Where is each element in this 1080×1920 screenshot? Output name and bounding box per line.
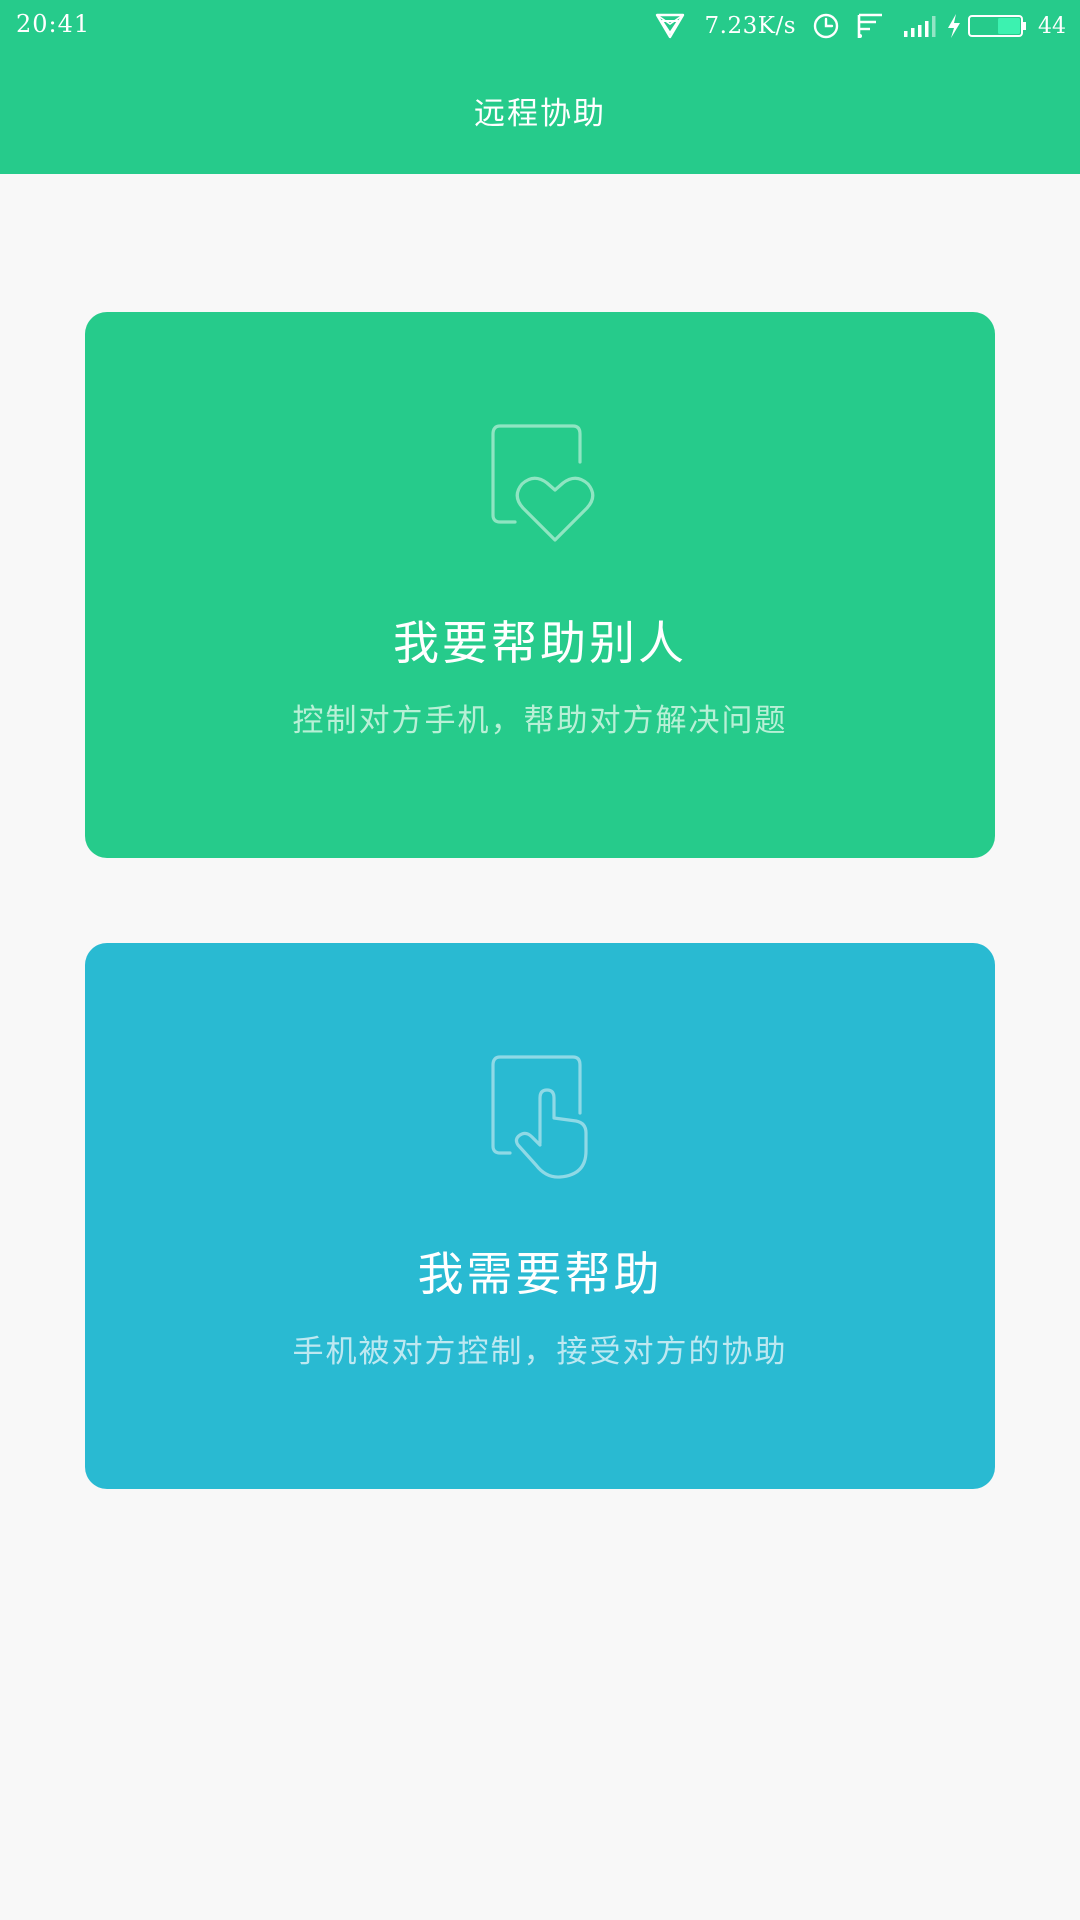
battery-percent: 44	[1038, 13, 1066, 39]
app-header: 20:41 7.23K/s 44 远程协助	[0, 0, 1080, 174]
battery-icon	[968, 14, 1026, 38]
status-time: 20:41	[16, 10, 91, 38]
alarm-clock-icon	[812, 12, 840, 40]
help-others-title: 我要帮助别人	[393, 616, 687, 670]
need-help-subtitle: 手机被对方控制，接受对方的协助	[292, 1334, 788, 1370]
need-help-card[interactable]: 我需要帮助 手机被对方控制，接受对方的协助	[85, 943, 995, 1489]
page-title: 远程协助	[474, 96, 606, 132]
status-icons: 7.23K/s 44	[655, 10, 1066, 42]
help-others-subtitle: 控制对方手机，帮助对方解决问题	[292, 703, 788, 739]
signal-icon	[902, 13, 938, 39]
vpn-triangle-icon	[655, 12, 685, 40]
status-bar: 20:41 7.23K/s 44	[0, 0, 1080, 52]
help-others-card[interactable]: 我要帮助别人 控制对方手机，帮助对方解决问题	[85, 312, 995, 858]
phone-touch-icon	[490, 1053, 610, 1183]
phone-heart-icon	[490, 422, 610, 552]
need-help-title: 我需要帮助	[417, 1247, 663, 1301]
network-speed: 7.23K/s	[704, 13, 796, 39]
charging-icon	[946, 13, 962, 39]
cast-icon	[856, 12, 884, 40]
